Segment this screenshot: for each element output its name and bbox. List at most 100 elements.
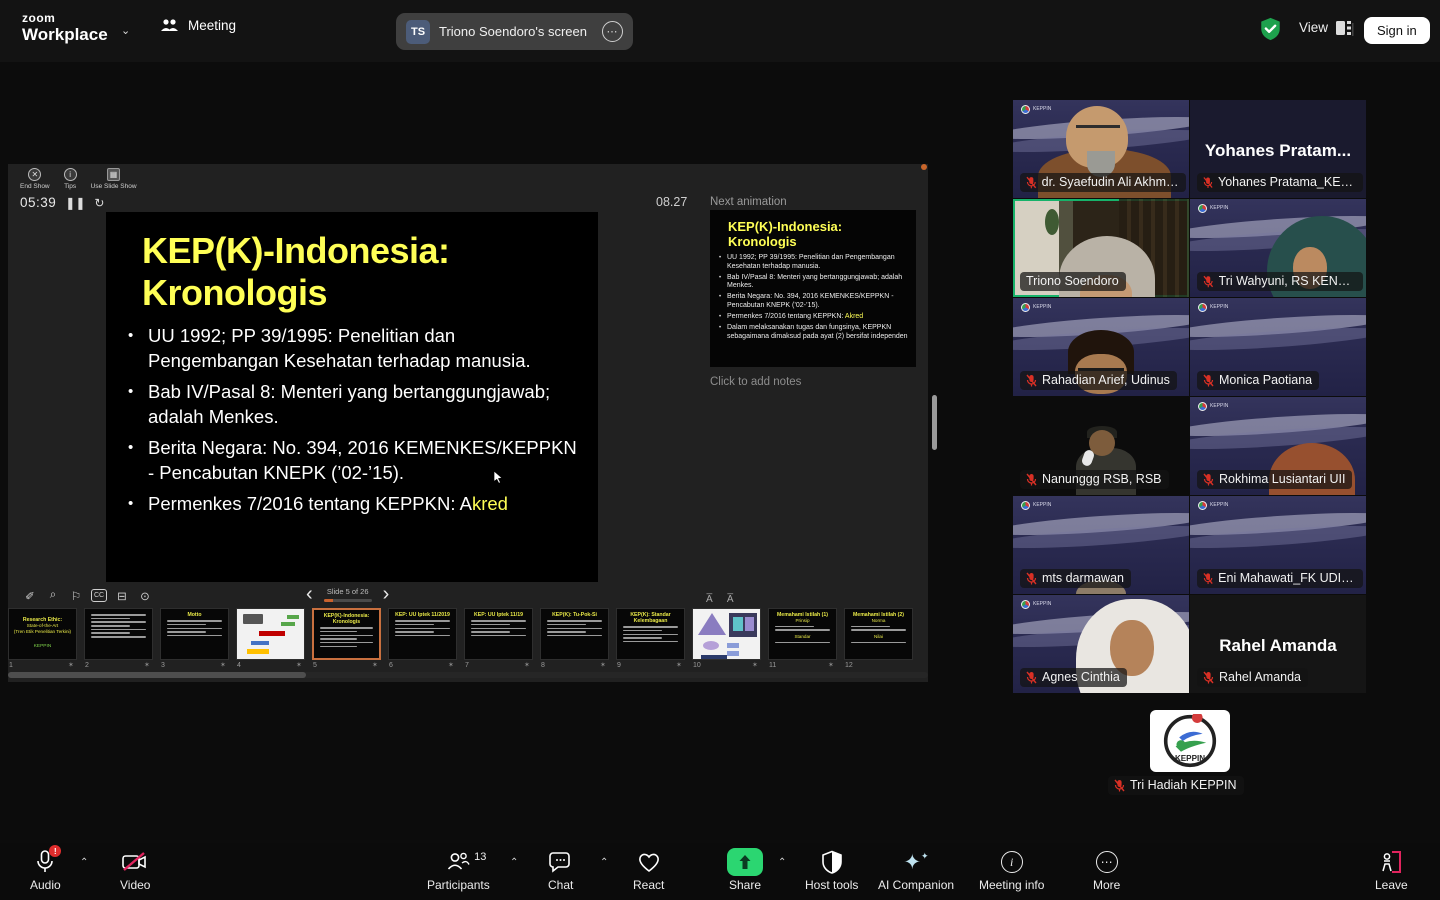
- keppin-background-logo: KEPPIN: [1198, 402, 1228, 411]
- muted-mic-icon: [1026, 374, 1037, 387]
- slide-thumbnail-11[interactable]: Memahami Istilah (1) Prinsip Standar: [768, 608, 837, 660]
- participant-tile[interactable]: KEPPIN Tri Wahyuni, RS KENDAL: [1190, 199, 1366, 297]
- shared-screen-pill[interactable]: TS Triono Soendoro's screen ⋯: [396, 13, 633, 50]
- annotation-toolbar: ✐ ⌕ ⚐ CC ⊟ ⊙: [22, 588, 153, 603]
- chevron-down-icon[interactable]: ⌄: [121, 24, 130, 37]
- participant-tile[interactable]: KEPPIN Rahadian Arief, Udinus: [1013, 298, 1189, 396]
- participant-tile[interactable]: KEPPIN Agnes Cinthia: [1013, 595, 1189, 693]
- use-slide-show-button[interactable]: ▦ Use Slide Show: [91, 168, 137, 190]
- slide-thumbnail-6[interactable]: KEP: UU Iptek 11/2019: [388, 608, 457, 660]
- participant-tile[interactable]: KEPPIN Eni Mahawati_FK UDINUS: [1190, 496, 1366, 594]
- tab-meeting[interactable]: Meeting: [160, 18, 236, 33]
- slide-bullet: Permenkes 7/2016 tentang KEPPKN: Akred: [126, 492, 584, 517]
- share-button[interactable]: Share: [727, 849, 763, 892]
- captions-icon[interactable]: CC: [91, 589, 107, 602]
- slide-counter: Slide 5 of 26: [324, 587, 372, 602]
- slide-thumbnail-12[interactable]: Memahami Istilah (2) Norma Nilai: [844, 608, 913, 660]
- thumbnail-scrollbar[interactable]: [8, 672, 928, 678]
- security-shield-icon[interactable]: [1259, 17, 1282, 41]
- people-icon: [160, 18, 179, 33]
- meeting-info-button[interactable]: i Meeting info: [979, 849, 1044, 892]
- info-icon: i: [64, 168, 77, 181]
- logo-zoom-text: zoom: [22, 12, 108, 24]
- star-icon: ✶: [676, 661, 682, 669]
- slide-thumbnail-10[interactable]: [692, 608, 761, 660]
- participant-tile[interactable]: KEPPIN Rokhima Lusiantari UII: [1190, 397, 1366, 495]
- muted-mic-icon: [1203, 473, 1214, 486]
- thumb-number: 12: [845, 662, 853, 669]
- mouse-cursor-icon: [493, 470, 503, 484]
- slide-thumbnail-8[interactable]: KEP(K): Tu-Pok-Si: [540, 608, 609, 660]
- notes-scrollbar[interactable]: [932, 395, 937, 450]
- thumb-number: 3: [161, 662, 165, 669]
- muted-mic-icon: [1026, 671, 1037, 684]
- participant-tile[interactable]: Yohanes Pratam... Yohanes Pratama_KEPPIN: [1190, 100, 1366, 198]
- muted-mic-icon: [1203, 176, 1213, 189]
- more-tools-icon[interactable]: ⊙: [137, 588, 153, 603]
- ai-companion-button[interactable]: ✦✦ AI Companion: [878, 849, 954, 892]
- restart-timer-icon[interactable]: ↻: [94, 196, 104, 210]
- top-bar: zoom Workplace ⌄ Meeting TS Triono Soend…: [0, 0, 1440, 62]
- tips-label: Tips: [64, 183, 76, 190]
- clock: 08.27: [656, 195, 696, 209]
- preview-bullet: Berita Negara: No. 394, 2016 KEMENKES/KE…: [718, 293, 908, 310]
- keppin-logo: KEPPIN: [1163, 714, 1217, 768]
- slide-thumbnail-4[interactable]: [236, 608, 305, 660]
- share-options-chevron[interactable]: ⌃: [778, 857, 786, 868]
- view-label: View: [1299, 20, 1328, 35]
- react-button[interactable]: React: [633, 849, 664, 892]
- host-tools-button[interactable]: Host tools: [805, 849, 858, 892]
- slide-thumbnail-1[interactable]: Research Ethic: State-of-the-Art (Tren E…: [8, 608, 77, 660]
- keppin-background-logo: KEPPIN: [1198, 501, 1228, 510]
- next-slide-button[interactable]: ›: [383, 584, 390, 604]
- slide-thumbnail-9[interactable]: KEP(K): Standar Kelembagaan: [616, 608, 685, 660]
- participants-label: Participants: [427, 878, 490, 892]
- pen-icon[interactable]: ✐: [22, 588, 38, 603]
- thumb-number: 1: [9, 662, 13, 669]
- participant-tile[interactable]: Nanunggg RSB, RSB: [1013, 397, 1189, 495]
- thumb-number: 2: [85, 662, 89, 669]
- participants-button[interactable]: 13 Participants: [427, 849, 490, 892]
- participant-tile-active-speaker[interactable]: Triono Soendoro: [1013, 199, 1189, 297]
- participant-name-label: Rahadian Arief, Udinus: [1020, 371, 1177, 390]
- chat-options-chevron[interactable]: ⌃: [600, 857, 608, 868]
- laser-pointer-icon[interactable]: ⚐: [68, 588, 84, 603]
- end-show-button[interactable]: ✕ End Show: [20, 168, 50, 190]
- slide-thumbnail-5-current[interactable]: KEP(K)-Indonesia: Kronologis: [312, 608, 381, 660]
- preview-title: KEP(K)-Indonesia: Kronologis: [728, 219, 908, 249]
- participant-tile[interactable]: Rahel Amanda Rahel Amanda: [1190, 595, 1366, 693]
- more-options-icon[interactable]: ⋯: [602, 21, 623, 42]
- preview-bullet: Bab IV/Pasal 8: Menteri yang bertanggung…: [718, 274, 908, 291]
- video-button[interactable]: Video: [120, 849, 150, 892]
- slide-thumbnail-3[interactable]: Motto: [160, 608, 229, 660]
- previous-slide-button[interactable]: ‹: [306, 584, 313, 604]
- share-label: Share: [729, 878, 761, 892]
- chat-icon: [549, 851, 573, 873]
- notes-placeholder[interactable]: Click to add notes: [710, 376, 801, 388]
- participant-name-label: mts darmawan: [1020, 569, 1131, 588]
- font-size-controls[interactable]: A̅ A̅: [706, 594, 740, 605]
- view-button[interactable]: View: [1299, 20, 1352, 35]
- zoom-workplace-logo[interactable]: zoom Workplace: [22, 12, 108, 43]
- black-screen-icon[interactable]: ⊟: [114, 588, 130, 603]
- participant-tile[interactable]: KEPPIN: [1150, 710, 1230, 772]
- participant-tile[interactable]: KEPPIN dr. Syaefudin Ali Akhma...: [1013, 100, 1189, 198]
- magnifier-icon[interactable]: ⌕: [45, 588, 61, 603]
- meeting-tab-label: Meeting: [188, 18, 236, 33]
- leave-button[interactable]: Leave: [1375, 849, 1408, 892]
- slide-title: KEP(K)-Indonesia: Kronologis: [142, 230, 598, 314]
- audio-options-chevron[interactable]: ⌃: [80, 857, 88, 868]
- more-button[interactable]: ⋯ More: [1093, 849, 1120, 892]
- tips-button[interactable]: i Tips: [64, 168, 77, 190]
- chat-button[interactable]: Chat: [548, 849, 573, 892]
- participant-tile[interactable]: KEPPIN Monica Paotiana: [1190, 298, 1366, 396]
- slide-thumbnail-2[interactable]: [84, 608, 153, 660]
- close-icon: ✕: [28, 168, 41, 181]
- slide-bullet: Berita Negara: No. 394, 2016 KEMENKES/KE…: [126, 436, 584, 485]
- audio-button[interactable]: ! Audio: [30, 849, 61, 892]
- participants-options-chevron[interactable]: ⌃: [510, 857, 518, 868]
- participant-tile[interactable]: KEPPIN mts darmawan: [1013, 496, 1189, 594]
- sign-in-button[interactable]: Sign in: [1364, 17, 1430, 44]
- pause-timer-icon[interactable]: ❚❚: [65, 196, 85, 210]
- slide-thumbnail-7[interactable]: KEP: UU Iptek 11/19: [464, 608, 533, 660]
